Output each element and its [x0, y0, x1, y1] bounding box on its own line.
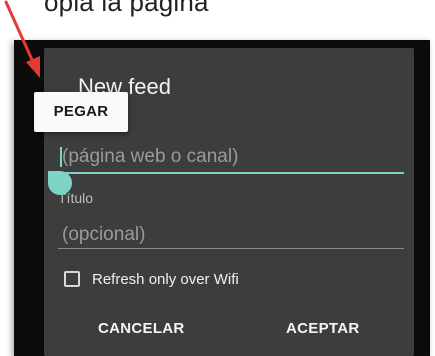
- cancel-button[interactable]: CANCELAR: [98, 320, 185, 337]
- wifi-checkbox-label: Refresh only over Wifi: [92, 270, 239, 288]
- feed-title-input[interactable]: [58, 222, 402, 248]
- wifi-checkbox[interactable]: [64, 271, 80, 287]
- page: opia la página New feed Título Refresh o…: [0, 0, 435, 356]
- accept-button[interactable]: ACEPTAR: [286, 320, 360, 337]
- paste-button[interactable]: PEGAR: [34, 92, 128, 132]
- url-input-underline: [58, 172, 404, 174]
- title-input-underline: [58, 248, 404, 249]
- wifi-checkbox-row[interactable]: Refresh only over Wifi: [64, 268, 239, 290]
- red-arrow-icon: [4, 0, 40, 78]
- text-cursor: [60, 147, 62, 167]
- instruction-text: opia la página: [44, 0, 209, 17]
- text-selection-handle-icon[interactable]: [48, 171, 72, 195]
- feed-url-input[interactable]: [58, 144, 402, 170]
